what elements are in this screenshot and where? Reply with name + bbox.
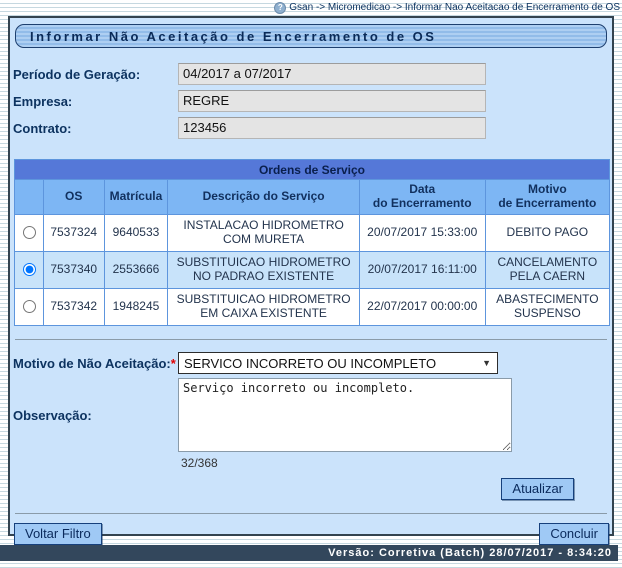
main-panel: Informar Não Aceitação de Encerramento d…: [8, 16, 614, 536]
orders-table: Ordens de Serviço OS Matrícula Descrição…: [14, 159, 610, 326]
breadcrumb-text: Gsan -> Micromedicao -> Informar Nao Ace…: [289, 2, 620, 13]
atualizar-button[interactable]: Atualizar: [501, 478, 574, 500]
contrato-row: Contrato:: [10, 117, 612, 139]
cell-matricula: 9640533: [104, 215, 168, 252]
version-footer: Versão: Corretiva (Batch) 28/07/2017 - 8…: [0, 545, 618, 561]
help-icon[interactable]: ?: [274, 2, 286, 14]
cell-descricao: INSTALACAO HIDROMETRO COM MURETA: [168, 215, 359, 252]
column-header-select: [15, 180, 44, 215]
column-header-motivo: Motivo de Encerramento: [485, 180, 609, 215]
table-row: 7537340 2553666 SUBSTITUICAO HIDROMETRO …: [15, 252, 610, 289]
observacao-row: Observação: Serviço incorreto ou incompl…: [10, 378, 612, 452]
motivo-select[interactable]: SERVICO INCORRETO OU INCOMPLETO ▼: [178, 352, 498, 374]
cell-data: 20/07/2017 16:11:00: [359, 252, 485, 289]
empresa-label: Empresa:: [13, 94, 178, 109]
cell-data: 20/07/2017 15:33:00: [359, 215, 485, 252]
os-radio[interactable]: [23, 226, 36, 239]
cell-motivo: ABASTECIMENTO SUSPENSO: [485, 289, 609, 326]
filter-summary: Período de Geração: Empresa: Contrato:: [10, 63, 612, 139]
voltar-filtro-button[interactable]: Voltar Filtro: [14, 523, 102, 545]
column-header-descricao: Descrição do Serviço: [168, 180, 359, 215]
cell-descricao: SUBSTITUICAO HIDROMETRO EM CAIXA EXISTEN…: [168, 289, 359, 326]
motivo-row: Motivo de Não Aceitação:* SERVICO INCORR…: [10, 352, 612, 374]
column-header-data: Data do Encerramento: [359, 180, 485, 215]
cell-os: 7537340: [43, 252, 104, 289]
periodo-field[interactable]: [178, 63, 486, 85]
chevron-down-icon: ▼: [482, 358, 491, 368]
version-text: Versão: Corretiva (Batch) 28/07/2017 - 8…: [328, 547, 612, 559]
observacao-label: Observação:: [13, 408, 178, 423]
concluir-button[interactable]: Concluir: [539, 523, 609, 545]
divider: [15, 339, 607, 340]
observacao-textarea[interactable]: Serviço incorreto ou incompleto.: [178, 378, 512, 452]
cell-os: 7537324: [43, 215, 104, 252]
page-title: Informar Não Aceitação de Encerramento d…: [15, 24, 607, 48]
os-radio[interactable]: [23, 263, 36, 276]
divider: [15, 513, 607, 514]
os-radio[interactable]: [23, 300, 36, 313]
cell-os: 7537342: [43, 289, 104, 326]
column-header-os: OS: [43, 180, 104, 215]
table-row: 7537324 9640533 INSTALACAO HIDROMETRO CO…: [15, 215, 610, 252]
cell-data: 22/07/2017 00:00:00: [359, 289, 485, 326]
motivo-select-value: SERVICO INCORRETO OU INCOMPLETO: [184, 356, 436, 371]
orders-table-title: Ordens de Serviço: [15, 160, 610, 180]
contrato-field[interactable]: [178, 117, 486, 139]
cell-motivo: CANCELAMENTO PELA CAERN: [485, 252, 609, 289]
contrato-label: Contrato:: [13, 121, 178, 136]
cell-descricao: SUBSTITUICAO HIDROMETRO NO PADRAO EXISTE…: [168, 252, 359, 289]
motivo-label: Motivo de Não Aceitação:*: [13, 356, 178, 371]
table-row: 7537342 1948245 SUBSTITUICAO HIDROMETRO …: [15, 289, 610, 326]
char-counter: 32/368: [181, 456, 612, 470]
periodo-label: Período de Geração:: [13, 67, 178, 82]
periodo-row: Período de Geração:: [10, 63, 612, 85]
breadcrumb: ? Gsan -> Micromedicao -> Informar Nao A…: [0, 0, 620, 15]
cell-matricula: 1948245: [104, 289, 168, 326]
empresa-row: Empresa:: [10, 90, 612, 112]
cell-matricula: 2553666: [104, 252, 168, 289]
column-header-matricula: Matrícula: [104, 180, 168, 215]
required-marker: *: [171, 356, 176, 371]
empresa-field[interactable]: [178, 90, 486, 112]
cell-motivo: DEBITO PAGO: [485, 215, 609, 252]
